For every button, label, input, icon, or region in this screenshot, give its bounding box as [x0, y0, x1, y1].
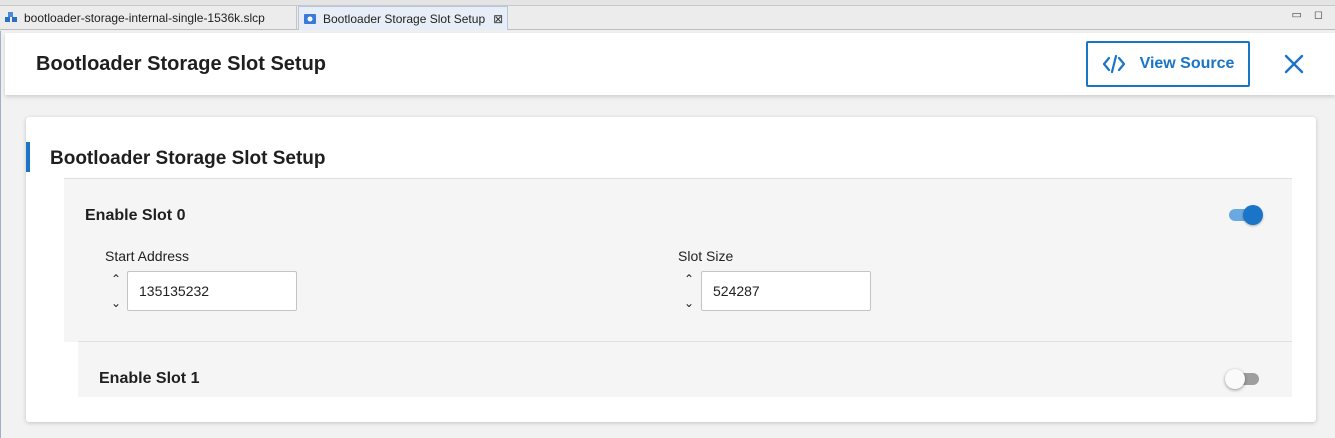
page-title: Bootloader Storage Slot Setup: [36, 53, 327, 75]
tab-bootloader-storage-slot-setup[interactable]: Bootloader Storage Slot Setup ⊠: [298, 6, 508, 30]
slot-0-toggle[interactable]: [1227, 205, 1263, 225]
toggle-knob: [1225, 369, 1245, 389]
toggle-knob: [1243, 205, 1263, 225]
project-icon: [5, 12, 17, 22]
chevron-down-icon[interactable]: ⌄: [111, 295, 121, 311]
slot-size-input[interactable]: 524287: [701, 271, 871, 311]
chevron-down-icon[interactable]: ⌄: [684, 295, 694, 311]
tab-label: Bootloader Storage Slot Setup: [323, 11, 486, 26]
config-icon: [304, 13, 316, 24]
tab-close-icon[interactable]: ⊠: [493, 12, 503, 26]
start-address-label: Start Address: [105, 248, 190, 264]
slot-1-toggle[interactable]: [1225, 369, 1261, 389]
code-icon: [1102, 54, 1125, 74]
start-address-stepper[interactable]: ⌃ ⌄: [109, 271, 123, 311]
chevron-up-icon[interactable]: ⌃: [111, 271, 121, 287]
minimize-icon[interactable]: ▭: [1291, 8, 1301, 21]
slot-size-label: Slot Size: [678, 248, 734, 264]
card-title: Bootloader Storage Slot Setup: [50, 148, 326, 169]
editor-tab-bar: bootloader-storage-internal-single-1536k…: [0, 6, 1335, 30]
view-source-label: View Source: [1139, 55, 1235, 72]
editor-area: Bootloader Storage Slot Setup View Sourc…: [0, 31, 1335, 438]
slot-size-stepper[interactable]: ⌃ ⌄: [682, 271, 696, 311]
start-address-input[interactable]: 135135232: [127, 271, 297, 311]
tab-slcp-project[interactable]: bootloader-storage-internal-single-1536k…: [0, 6, 297, 30]
close-icon[interactable]: [1279, 49, 1309, 79]
card-accent-bar: [26, 142, 30, 172]
view-source-button[interactable]: View Source: [1086, 41, 1250, 87]
slot-setup-card: Bootloader Storage Slot Setup Enable Slo…: [26, 117, 1316, 422]
slot-0-label: Enable Slot 0: [85, 207, 186, 224]
tab-label: bootloader-storage-internal-single-1536k…: [24, 11, 265, 25]
chevron-up-icon[interactable]: ⌃: [684, 271, 694, 287]
slot-1-section: Enable Slot 1: [78, 341, 1292, 397]
slot-1-label: Enable Slot 1: [99, 370, 200, 387]
maximize-icon[interactable]: ◻: [1314, 8, 1323, 21]
window-controls: ▭ ◻: [1291, 8, 1323, 21]
page-header: Bootloader Storage Slot Setup View Sourc…: [5, 33, 1335, 95]
slot-0-section: Enable Slot 0 Start Address ⌃ ⌄ 13513523…: [64, 178, 1292, 342]
